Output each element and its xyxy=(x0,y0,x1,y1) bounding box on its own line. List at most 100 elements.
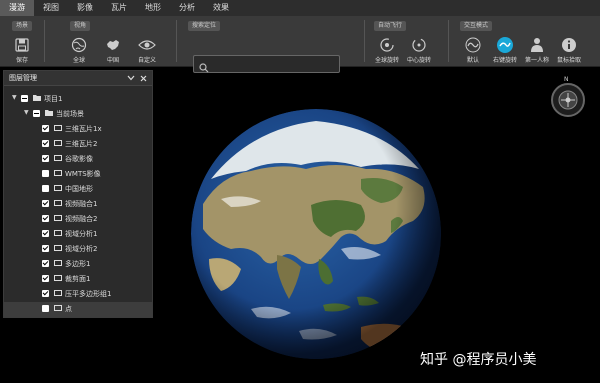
scene-group-title: 场景 xyxy=(12,21,33,31)
layer-checkbox[interactable] xyxy=(42,230,49,237)
layer-item[interactable]: WMTS影像 xyxy=(4,167,152,182)
navigation-compass[interactable]: N xyxy=(550,76,586,118)
folder-icon xyxy=(33,95,41,101)
tree-node-label: 项目1 xyxy=(44,95,63,103)
default-mode-button[interactable]: 默认 xyxy=(458,36,488,66)
tab-analysis[interactable]: 分析 xyxy=(170,0,204,16)
wave-icon xyxy=(464,36,482,54)
layer-label: 视域分析2 xyxy=(65,245,98,253)
layer-checkbox[interactable] xyxy=(42,215,49,222)
group-divider xyxy=(448,20,449,62)
layer-item[interactable]: 裁剪面1 xyxy=(4,272,152,287)
layer-checkbox[interactable] xyxy=(42,305,49,312)
search-group-title: 搜索定位 xyxy=(188,21,221,31)
layer-list: 三维瓦片1x 三维瓦片2 谷歌影像 WMTS影像 中国地形视频融合1 视频融合2 视域分析1… xyxy=(4,122,152,317)
layer-icon xyxy=(54,260,62,266)
folder-icon xyxy=(45,110,53,116)
layer-checkbox[interactable] xyxy=(42,290,49,297)
layer-label: 裁剪面1 xyxy=(65,275,91,283)
layer-item[interactable]: 视域分析2 xyxy=(4,242,152,257)
layer-item[interactable]: 谷歌影像 xyxy=(4,152,152,167)
search-icon xyxy=(199,58,209,77)
group-divider xyxy=(364,20,365,62)
china-view-label: 中国 xyxy=(106,57,119,64)
scene-group: 场景 保存 xyxy=(4,19,40,66)
tab-effects[interactable]: 效果 xyxy=(204,0,238,16)
right-rotate-mode-label: 右键旋转 xyxy=(492,57,517,64)
autofly-group-title: 自动飞行 xyxy=(374,21,407,31)
layer-checkbox[interactable] xyxy=(42,185,49,192)
layer-checkbox[interactable] xyxy=(42,170,49,177)
layer-item[interactable]: 多边形1 xyxy=(4,257,152,272)
tab-terrain[interactable]: 地形 xyxy=(136,0,170,16)
layer-item[interactable]: 视域分析1 xyxy=(4,227,152,242)
layer-icon xyxy=(54,155,62,161)
search-input[interactable] xyxy=(193,55,340,73)
tab-imagery[interactable]: 影像 xyxy=(68,0,102,16)
layer-item[interactable]: 视频融合2 xyxy=(4,212,152,227)
earth-globe[interactable] xyxy=(191,109,441,359)
layer-icon xyxy=(54,230,62,236)
globe-icon xyxy=(70,36,88,54)
layer-checkbox[interactable] xyxy=(42,140,49,147)
save-label: 保存 xyxy=(15,57,28,64)
layer-label: 点 xyxy=(65,305,72,313)
layer-checkbox[interactable] xyxy=(42,200,49,207)
layer-panel-header: 图层管理 xyxy=(4,71,152,86)
save-button[interactable]: 保存 xyxy=(7,36,37,66)
checkbox[interactable] xyxy=(33,110,40,117)
layer-label: 中国地形 xyxy=(65,185,93,193)
layer-icon xyxy=(54,200,62,206)
tab-tiles[interactable]: 瓦片 xyxy=(102,0,136,16)
layer-checkbox[interactable] xyxy=(42,275,49,282)
eye-icon xyxy=(138,36,156,54)
global-rotate-button[interactable]: 全球旋转 xyxy=(372,36,402,66)
layer-label: 压平多边形组1 xyxy=(65,290,112,298)
china-view-button[interactable]: 中国 xyxy=(98,36,128,66)
expand-icon[interactable]: ▼ xyxy=(12,94,17,101)
first-person-mode-button[interactable]: 第一人称 xyxy=(522,36,552,66)
layer-item[interactable]: 三维瓦片1x xyxy=(4,122,152,137)
layer-panel-title: 图层管理 xyxy=(9,74,37,82)
layer-icon xyxy=(54,275,62,281)
tab-view[interactable]: 视图 xyxy=(34,0,68,16)
center-rotate-button[interactable]: 中心旋转 xyxy=(404,36,434,66)
layer-label: 三维瓦片2 xyxy=(65,140,98,148)
layer-icon xyxy=(54,245,62,251)
layer-icon xyxy=(54,305,62,311)
ribbon-toolbar: 场景 保存 视角 全球 中国 自定义 搜索定位 自动飞行 全球旋转 中心旋转 交… xyxy=(0,16,600,73)
custom-view-button[interactable]: 自定义 xyxy=(132,36,162,66)
layer-label: WMTS影像 xyxy=(65,170,101,178)
layer-label: 三维瓦片1x xyxy=(65,125,102,133)
layer-icon xyxy=(54,290,62,296)
view-group: 视角 全球 中国 自定义 xyxy=(58,19,168,66)
default-mode-label: 默认 xyxy=(466,57,479,64)
checkbox[interactable] xyxy=(21,95,28,102)
layer-item[interactable]: 压平多边形组1 xyxy=(4,287,152,302)
pick-mode-label: 鼠标拾取 xyxy=(556,57,581,64)
layer-item[interactable]: 点 xyxy=(4,302,152,317)
layer-item[interactable]: 视频融合1 xyxy=(4,197,152,212)
layer-checkbox[interactable] xyxy=(42,155,49,162)
tree-node-scene[interactable]: ▼ 当前场景 xyxy=(4,107,152,122)
layer-icon xyxy=(54,125,62,131)
global-view-button[interactable]: 全球 xyxy=(64,36,94,66)
layer-item[interactable]: 中国地形 xyxy=(4,182,152,197)
layer-item[interactable]: 三维瓦片2 xyxy=(4,137,152,152)
expand-icon[interactable]: ▼ xyxy=(24,109,29,116)
save-icon xyxy=(13,36,31,54)
autofly-group: 自动飞行 全球旋转 中心旋转 xyxy=(370,19,440,66)
global-rotate-label: 全球旋转 xyxy=(374,57,399,64)
layer-checkbox[interactable] xyxy=(42,245,49,252)
layer-checkbox[interactable] xyxy=(42,125,49,132)
watermark-text: 知乎 @程序员小美 xyxy=(420,352,537,368)
global-view-label: 全球 xyxy=(72,57,85,64)
tab-roam[interactable]: 漫游 xyxy=(0,0,34,16)
close-icon[interactable] xyxy=(137,72,149,84)
collapse-icon[interactable] xyxy=(125,72,137,84)
layer-checkbox[interactable] xyxy=(42,260,49,267)
tree-node-project[interactable]: ▼ 项目1 xyxy=(4,92,152,107)
right-rotate-mode-button[interactable]: 右键旋转 xyxy=(490,36,520,66)
pick-mode-button[interactable]: 鼠标拾取 xyxy=(554,36,584,66)
layer-icon xyxy=(54,185,62,191)
